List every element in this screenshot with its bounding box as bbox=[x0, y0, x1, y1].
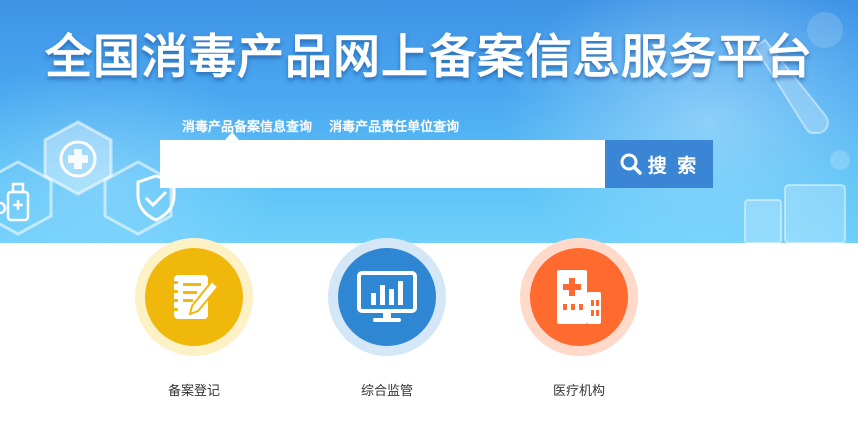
search-button[interactable]: 搜 索 bbox=[605, 140, 713, 188]
service-label: 备案登记 bbox=[167, 384, 220, 399]
search-icon bbox=[620, 153, 642, 175]
service-icon-circle bbox=[338, 248, 436, 346]
search-input[interactable] bbox=[160, 140, 606, 188]
monitor-chart-icon bbox=[357, 271, 417, 322]
service-icon-circle bbox=[530, 248, 628, 346]
service-icon-ring bbox=[135, 238, 253, 356]
tab-responsible-unit-query[interactable]: 消毒产品责任单位查询 bbox=[329, 116, 459, 135]
service-medical-institutions[interactable]: 医疗机构 bbox=[519, 238, 639, 399]
hospital-icon bbox=[557, 270, 601, 324]
service-comprehensive-supervision[interactable]: 综合监管 bbox=[327, 238, 447, 399]
service-icon-ring bbox=[520, 238, 638, 356]
header-banner: 全国消毒产品网上备案信息服务平台 消毒产品备案信息查询 消毒产品责任单位查询 搜… bbox=[0, 0, 858, 243]
service-label: 综合监管 bbox=[360, 384, 413, 399]
service-record-registration[interactable]: 备案登记 bbox=[134, 238, 254, 399]
service-label: 医疗机构 bbox=[552, 384, 605, 399]
service-icon-ring bbox=[328, 238, 446, 356]
active-tab-pointer bbox=[225, 132, 239, 140]
page-title: 全国消毒产品网上备案信息服务平台 bbox=[45, 30, 813, 85]
notepad-pen-icon bbox=[171, 275, 220, 319]
search-button-label: 搜 索 bbox=[647, 154, 699, 177]
service-icon-circle bbox=[145, 248, 243, 346]
sanitizer-bottle-icon bbox=[0, 182, 30, 222]
tab-record-info-query[interactable]: 消毒产品备案信息查询 bbox=[182, 116, 312, 135]
